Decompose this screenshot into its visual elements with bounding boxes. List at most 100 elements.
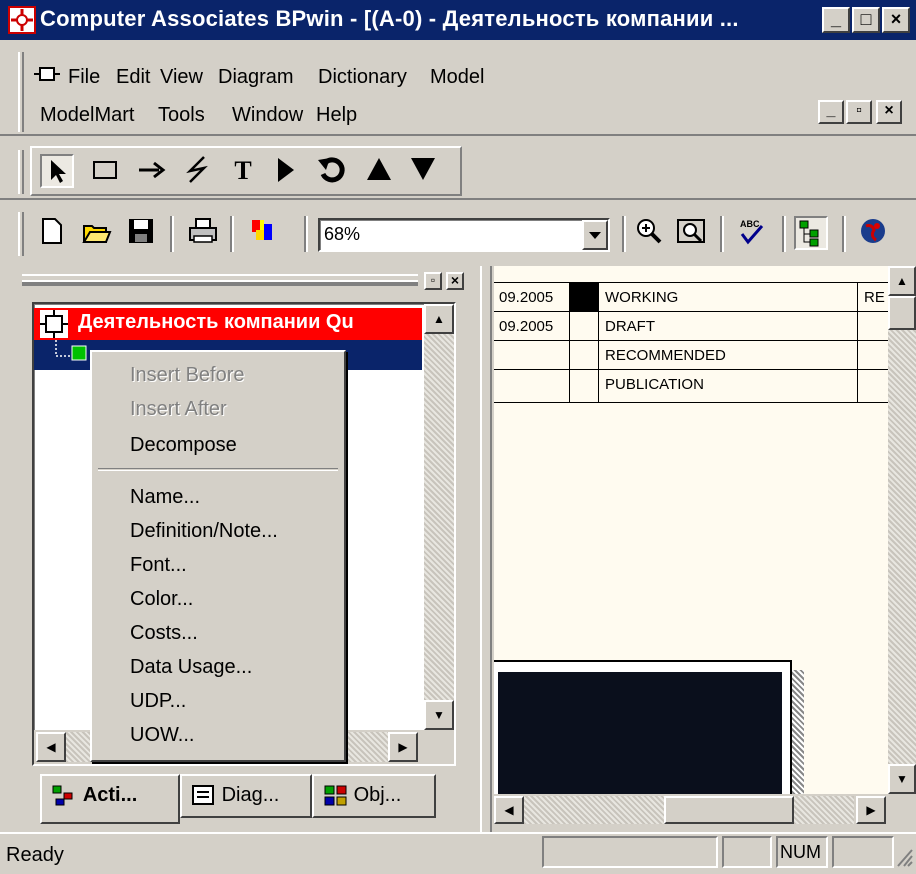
arrow-tool-icon[interactable] xyxy=(134,154,168,188)
diagram-hscrollbar[interactable]: ◀ ▶ xyxy=(494,794,888,826)
diagram-scroll-left-icon[interactable]: ◀ xyxy=(494,796,524,824)
menu-decompose[interactable]: Decompose xyxy=(130,434,237,457)
scroll-left-icon[interactable]: ◀ xyxy=(36,732,66,762)
status-recommended: RECOMMENDED xyxy=(598,340,858,370)
zoom-fit-icon[interactable] xyxy=(674,216,708,250)
menu-definition-note[interactable]: Definition/Note... xyxy=(130,520,278,543)
tree-root-row[interactable]: Деятельность компании Qu xyxy=(34,308,422,340)
menu-costs[interactable]: Costs... xyxy=(130,622,198,645)
tab-activities[interactable]: Acti... xyxy=(40,774,180,824)
menu-insert-after[interactable]: Insert After xyxy=(130,398,227,421)
menu-uow[interactable]: UOW... xyxy=(130,724,194,747)
diagram-vscroll-thumb[interactable] xyxy=(888,296,916,330)
menu-color[interactable]: Color... xyxy=(130,588,193,611)
mdi-restore-button[interactable]: ▫ xyxy=(846,100,872,124)
save-icon[interactable] xyxy=(124,216,158,250)
model-explorer-toggle-icon[interactable] xyxy=(794,216,828,250)
date-cell-1: 09.2005 xyxy=(494,282,570,312)
menu-insert-before[interactable]: Insert Before xyxy=(130,364,245,387)
text-tool-icon[interactable]: T xyxy=(226,154,260,188)
status-marker-working xyxy=(569,282,599,312)
resize-grip[interactable] xyxy=(894,846,914,868)
undo-rotate-icon[interactable] xyxy=(314,154,348,188)
menu-help[interactable]: Help xyxy=(316,104,357,127)
diagrams-icon xyxy=(192,784,216,807)
status-draft: DRAFT xyxy=(598,311,858,341)
diagram-vscrollbar[interactable]: ▲ ▼ xyxy=(888,266,916,794)
activity-box[interactable] xyxy=(494,660,792,794)
go-to-sibling-icon[interactable] xyxy=(268,154,302,188)
doc-icon[interactable] xyxy=(34,64,62,84)
scroll-up-icon[interactable]: ▲ xyxy=(424,304,454,334)
color-palette-icon[interactable] xyxy=(244,216,278,250)
diagram-hscroll-thumb[interactable] xyxy=(664,796,794,824)
menu-file[interactable]: File xyxy=(68,66,100,89)
objects-icon xyxy=(324,785,348,807)
globe-icon[interactable] xyxy=(856,216,890,250)
box-tool-icon[interactable] xyxy=(88,154,122,188)
tab-diagrams[interactable]: Diag... xyxy=(180,774,312,818)
print-icon[interactable] xyxy=(186,216,220,250)
diagram-scroll-down-icon[interactable]: ▼ xyxy=(888,764,916,794)
zoom-combo[interactable]: 68% xyxy=(318,218,610,252)
maximize-button[interactable]: □ xyxy=(852,7,880,33)
context-menu: Insert Before Insert After Decompose Nam… xyxy=(90,350,346,762)
panel-splitter[interactable] xyxy=(480,266,492,832)
menu-dictionary[interactable]: Dictionary xyxy=(318,66,407,89)
menu-window[interactable]: Window xyxy=(232,104,303,127)
spell-check-icon[interactable]: ABC xyxy=(734,216,768,250)
scroll-right-icon[interactable]: ▶ xyxy=(388,732,418,762)
status-num: NUM xyxy=(776,836,828,868)
close-button[interactable]: × xyxy=(882,7,910,33)
mdi-minimize-button[interactable]: _ xyxy=(818,100,844,124)
menu-view[interactable]: View xyxy=(160,66,203,89)
menu-bar: File Edit View Diagram Dictionary Model … xyxy=(0,42,916,136)
pointer-tool-icon[interactable] xyxy=(40,154,74,188)
scroll-corner xyxy=(888,794,916,826)
activities-icon xyxy=(52,785,78,807)
window-title: Computer Associates BPwin - [(A-0) - Дея… xyxy=(40,6,739,31)
tab-activities-label: Acti... xyxy=(82,784,138,806)
squiggle-tool-icon[interactable] xyxy=(180,154,214,188)
menu-edit[interactable]: Edit xyxy=(116,66,150,89)
zoom-in-icon[interactable] xyxy=(632,216,666,250)
minimize-button[interactable]: _ xyxy=(822,7,850,33)
go-to-parent-icon[interactable] xyxy=(362,154,396,188)
mdi-close-button[interactable]: × xyxy=(876,100,902,124)
tab-objects[interactable]: Obj... xyxy=(312,774,436,818)
status-text: Ready xyxy=(6,844,64,866)
open-folder-icon[interactable] xyxy=(80,216,114,250)
drawing-toolbar: T xyxy=(0,142,916,200)
date-cell-2: 09.2005 xyxy=(494,311,570,341)
zoom-value: 68% xyxy=(324,224,361,244)
title-bar[interactable]: Computer Associates BPwin - [(A-0) - Дея… xyxy=(0,0,916,40)
activity-node-icon xyxy=(40,310,68,338)
menu-data-usage[interactable]: Data Usage... xyxy=(130,656,252,679)
menu-model[interactable]: Model xyxy=(430,66,484,89)
panel-close-button[interactable]: × xyxy=(446,272,464,290)
tree-vscrollbar[interactable]: ▲ ▼ xyxy=(424,304,454,730)
menu-tools[interactable]: Tools xyxy=(158,104,205,127)
menu-name[interactable]: Name... xyxy=(130,486,200,509)
status-panel-4 xyxy=(832,836,894,868)
zoom-dropdown-icon[interactable] xyxy=(582,220,608,250)
decompose-icon[interactable] xyxy=(406,154,440,188)
header-right-cell: RE xyxy=(857,282,890,312)
new-file-icon[interactable] xyxy=(34,216,68,250)
app-icon[interactable] xyxy=(8,6,36,34)
menu-font[interactable]: Font... xyxy=(130,554,187,577)
menu-separator xyxy=(98,468,338,471)
menu-diagram[interactable]: Diagram xyxy=(218,66,294,89)
status-panel-2 xyxy=(722,836,772,868)
svg-text:ABC: ABC xyxy=(740,219,760,229)
status-publication: PUBLICATION xyxy=(598,369,858,403)
menu-modelmart[interactable]: ModelMart xyxy=(40,104,134,127)
menu-udp[interactable]: UDP... xyxy=(130,690,186,713)
status-marker-publication xyxy=(569,369,599,403)
diagram-canvas[interactable]: 09.2005 WORKING RE 09.2005 DRAFT RECOMME… xyxy=(494,266,890,794)
standard-toolbar: 68% ABC xyxy=(0,202,916,264)
panel-restore-button[interactable]: ▫ xyxy=(424,272,442,290)
diagram-scroll-right-icon[interactable]: ▶ xyxy=(856,796,886,824)
scroll-down-icon[interactable]: ▼ xyxy=(424,700,454,730)
diagram-scroll-up-icon[interactable]: ▲ xyxy=(888,266,916,296)
